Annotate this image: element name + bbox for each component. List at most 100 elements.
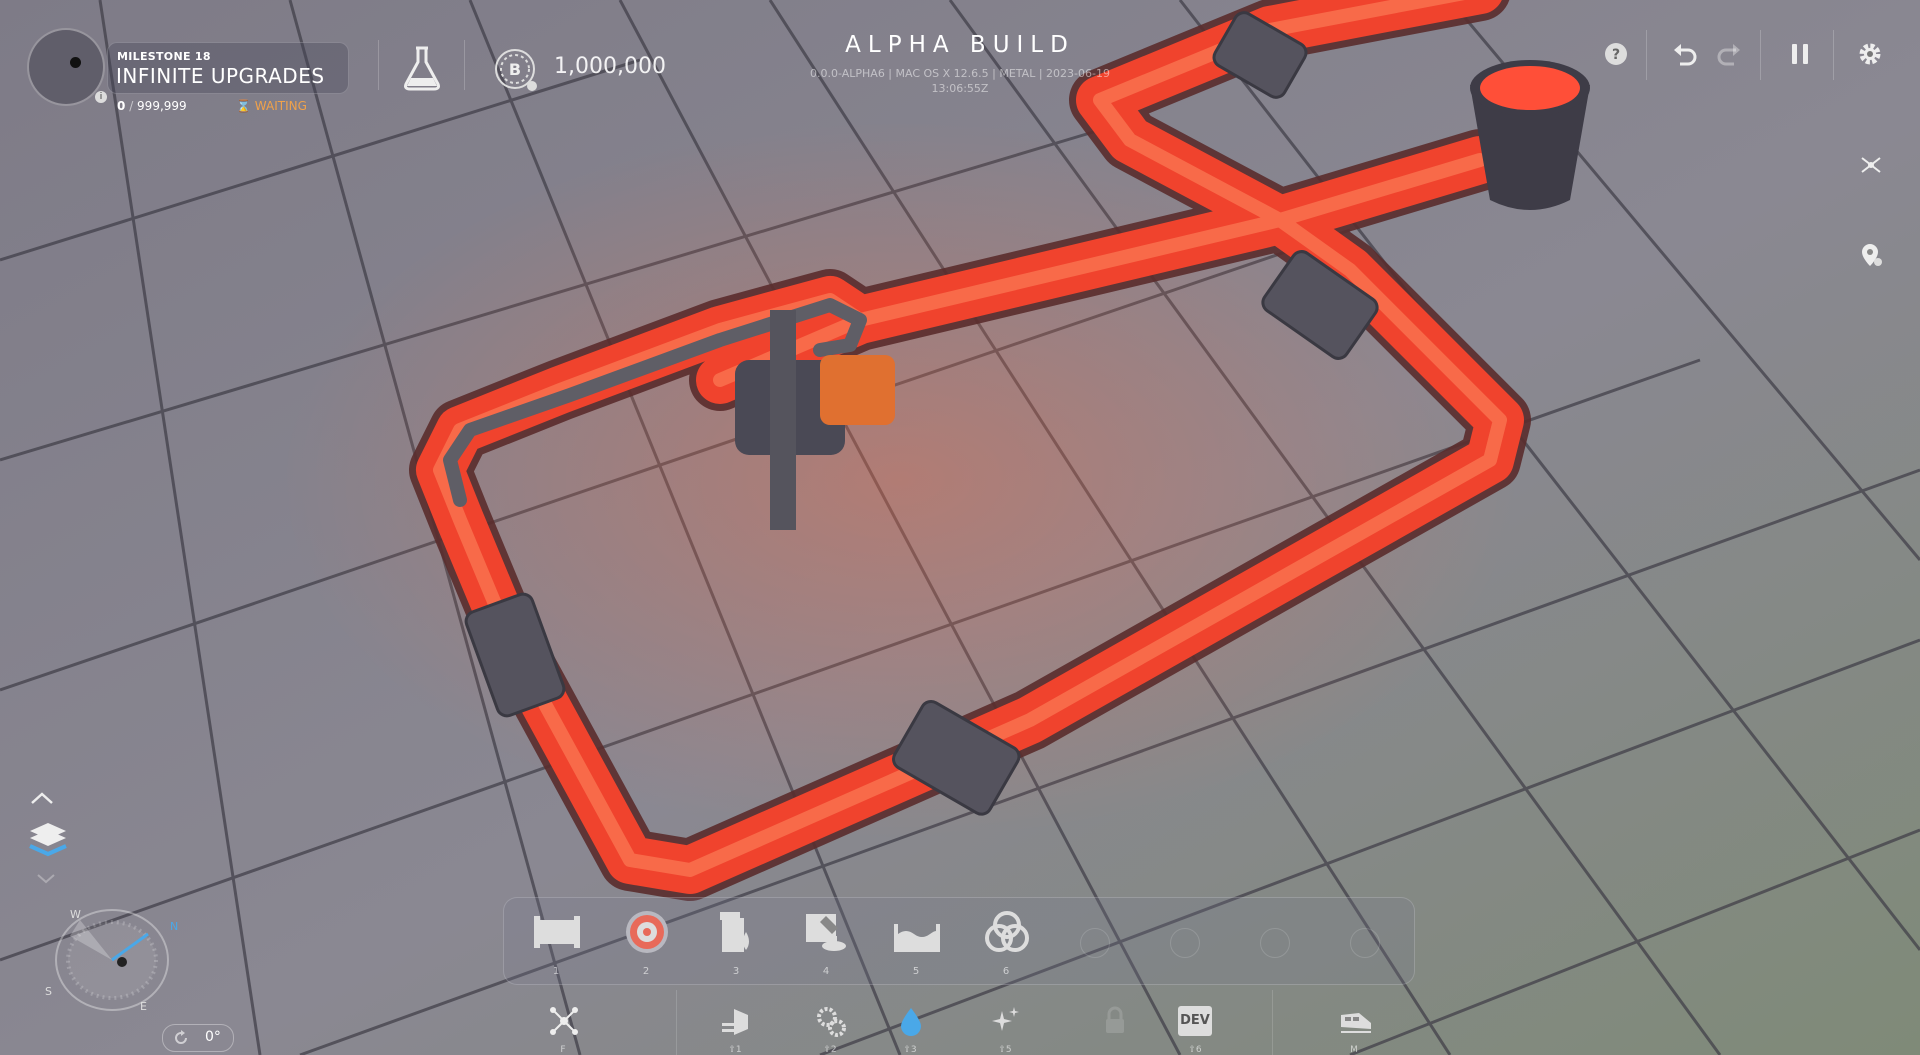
redo-button[interactable] bbox=[1714, 39, 1744, 69]
fluid-tank[interactable] bbox=[1470, 60, 1590, 210]
hotkey-label: ⇧2 bbox=[823, 1045, 837, 1055]
settings-button[interactable] bbox=[1855, 39, 1885, 69]
slot-key: 5 bbox=[912, 966, 920, 977]
milestone-progress-ring[interactable] bbox=[27, 28, 105, 106]
milestone-title: INFINITE UPGRADES bbox=[116, 64, 325, 88]
layer-down-button[interactable] bbox=[36, 870, 66, 884]
compass-n: N bbox=[170, 920, 178, 933]
dev-icon: DEV bbox=[1178, 1006, 1212, 1036]
compass-s: S bbox=[45, 985, 52, 998]
slot-key: 4 bbox=[822, 966, 830, 977]
build-title: ALPHA BUILD bbox=[845, 32, 1075, 58]
compass[interactable]: W N S E bbox=[40, 900, 190, 1020]
hotkey-label: F bbox=[560, 1045, 566, 1055]
compass-w: W bbox=[70, 908, 81, 921]
hotkey-label: ⇧6 bbox=[1188, 1045, 1202, 1055]
fluid-tank-icon bbox=[894, 924, 940, 952]
milestone-label: MILESTONE 18 bbox=[117, 50, 211, 63]
map-pin-icon bbox=[1862, 244, 1882, 266]
toolbar-slot-color-mixer[interactable]: 6 bbox=[976, 910, 1036, 980]
map-pin-button[interactable] bbox=[1856, 240, 1886, 270]
milestone-number: 18 bbox=[194, 50, 211, 63]
progress-total: 999,999 bbox=[137, 99, 187, 113]
milestone-status: ⌛ WAITING bbox=[236, 99, 307, 113]
toolbar-slot-painter[interactable]: 4 bbox=[796, 910, 856, 980]
svg-text:B: B bbox=[509, 60, 521, 79]
toolbar-slot-empty[interactable] bbox=[1170, 928, 1200, 958]
hotkey-label: ⇧3 bbox=[903, 1045, 917, 1055]
network-button[interactable] bbox=[1856, 150, 1886, 180]
chevron-up-icon bbox=[31, 792, 53, 804]
layers-button[interactable] bbox=[26, 818, 70, 862]
rotator-icon bbox=[626, 911, 668, 953]
fluids-button[interactable]: ⇧3 bbox=[880, 1003, 940, 1055]
rotate-icon bbox=[175, 1030, 187, 1044]
hotkey-label: ⇧1 bbox=[728, 1045, 742, 1055]
divider bbox=[1760, 30, 1761, 80]
help-icon: ? bbox=[1605, 43, 1627, 65]
compass-e: E bbox=[140, 1000, 147, 1013]
toolbar-slot-empty[interactable] bbox=[1350, 928, 1380, 958]
sparkles-icon bbox=[992, 1007, 1019, 1031]
toolbar-slot-empty[interactable] bbox=[1260, 928, 1290, 958]
info-icon[interactable]: i bbox=[95, 91, 107, 103]
slot-key: 6 bbox=[1002, 966, 1010, 977]
currency-value: 1,000,000 bbox=[554, 54, 666, 79]
divider bbox=[676, 990, 677, 1055]
hotkey-label: ⇧5 bbox=[998, 1045, 1012, 1055]
progress-current: 0 bbox=[117, 99, 126, 113]
belt-icon bbox=[534, 916, 580, 948]
train-button[interactable]: M bbox=[1324, 1003, 1384, 1055]
research-button[interactable] bbox=[400, 44, 444, 92]
undo-button[interactable] bbox=[1670, 39, 1700, 69]
divider bbox=[378, 40, 379, 90]
layer-up-button[interactable] bbox=[30, 790, 70, 810]
rotation-indicator[interactable]: 0° bbox=[162, 1024, 234, 1052]
gears-button[interactable]: ⇧2 bbox=[800, 1003, 860, 1055]
divider bbox=[1272, 990, 1273, 1055]
buildings-button[interactable]: ⇧1 bbox=[705, 1003, 765, 1055]
pause-button[interactable] bbox=[1785, 39, 1815, 69]
build-info-line1: 0.0.0-ALPHA6 | MAC OS X 12.6.5 | METAL |… bbox=[810, 67, 1110, 80]
toolbar-slot-fluid-tank[interactable]: 5 bbox=[886, 910, 946, 980]
locked-button[interactable] bbox=[1084, 1003, 1144, 1055]
pause-icon bbox=[1792, 44, 1808, 64]
milestone-status-text: WAITING bbox=[254, 99, 307, 113]
hotkey-label: M bbox=[1350, 1045, 1358, 1055]
toolbar-slot-belt[interactable]: 1 bbox=[526, 910, 586, 980]
divider bbox=[1646, 30, 1647, 80]
fluids-icon bbox=[901, 1008, 921, 1036]
layers-icon bbox=[29, 823, 67, 857]
milestone-label-prefix: MILESTONE bbox=[117, 50, 191, 63]
compass-icon: W N S E bbox=[45, 908, 178, 1013]
sparkles-button[interactable]: ⇧5 bbox=[975, 1003, 1035, 1055]
milestone-shape-icon bbox=[70, 57, 81, 68]
milestone-progress: 0 / 999,999 bbox=[117, 99, 187, 113]
gears-icon bbox=[817, 1007, 846, 1037]
settings-icon bbox=[1859, 43, 1881, 65]
building-toolbar: 1 2 3 4 5 6 bbox=[503, 897, 1415, 985]
build-info-line2: 13:06:55Z bbox=[931, 82, 989, 95]
toolbar-slot-empty[interactable] bbox=[1080, 928, 1110, 958]
hourglass-icon: ⌛ bbox=[236, 99, 251, 113]
milestone-panel[interactable]: i MILESTONE 18 INFINITE UPGRADES 0 / 999… bbox=[27, 28, 349, 113]
blueprint-icon bbox=[550, 1007, 578, 1035]
network-icon bbox=[1861, 157, 1881, 173]
flask-icon bbox=[404, 46, 440, 91]
slot-key: 1 bbox=[552, 966, 560, 977]
divider bbox=[1833, 30, 1834, 80]
divider bbox=[464, 40, 465, 90]
toolbar-slot-fluid-extractor[interactable]: 3 bbox=[706, 910, 766, 980]
train-icon bbox=[1341, 1013, 1371, 1033]
dev-button[interactable]: DEV ⇧6 bbox=[1165, 1003, 1225, 1055]
toolbar-slot-rotator[interactable]: 2 bbox=[616, 910, 676, 980]
chevron-down-icon bbox=[37, 874, 55, 884]
help-button[interactable]: ? bbox=[1601, 39, 1631, 69]
svg-text:?: ? bbox=[1612, 47, 1620, 63]
painter-icon bbox=[806, 914, 846, 951]
slot-key: 3 bbox=[732, 966, 740, 977]
blueprint-button[interactable]: F bbox=[533, 1003, 593, 1055]
buildings-icon bbox=[722, 1009, 748, 1035]
lock-icon bbox=[1106, 1006, 1124, 1033]
coin-b-icon[interactable]: B bbox=[492, 46, 538, 92]
